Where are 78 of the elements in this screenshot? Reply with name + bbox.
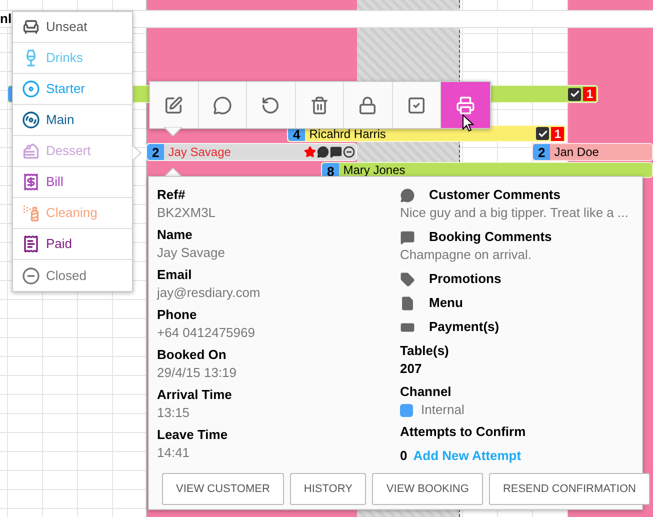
menu-item[interactable]: Paid xyxy=(13,229,132,260)
field-label: Table(s) xyxy=(400,342,450,360)
field-label: Channel xyxy=(400,383,452,401)
alert-badge: 1 xyxy=(583,87,596,101)
field-label: Arrival Time xyxy=(157,386,233,404)
action-button[interactable]: HISTORY xyxy=(290,473,366,505)
plate-icon xyxy=(22,80,40,98)
menu-item[interactable]: Bill xyxy=(13,167,132,198)
field-value: 13:15 xyxy=(157,404,191,422)
toolbar-button[interactable] xyxy=(150,82,198,128)
field-value: 207 xyxy=(400,360,423,378)
document-icon xyxy=(400,296,415,310)
alert-badge: 1 xyxy=(551,126,564,140)
covers-badge: 2 xyxy=(533,144,550,160)
undo-icon xyxy=(261,96,280,114)
armchair-icon xyxy=(22,18,40,36)
field-label: Phone xyxy=(157,306,198,324)
tag-icon xyxy=(400,272,415,286)
field-value: Champagne on arrival. xyxy=(400,246,533,264)
toolbar-button[interactable] xyxy=(247,82,296,128)
minus-circle-icon xyxy=(343,146,355,158)
field-label: Name xyxy=(157,226,194,244)
speech-bubble-icon xyxy=(330,146,342,158)
comment-icon xyxy=(317,146,329,158)
field-value: 29/4/15 13:19 xyxy=(157,364,238,382)
field-label: Promotions xyxy=(429,270,502,288)
attempt-count: 0 xyxy=(400,447,408,466)
booking-bar[interactable]: 2 Jan Doe xyxy=(532,143,653,161)
field-value: jay@resdiary.com xyxy=(157,284,262,302)
field-label: Payment(s) xyxy=(429,318,500,336)
speech-bubble-icon xyxy=(400,230,415,244)
edit-icon xyxy=(164,96,184,114)
minus-circle-icon xyxy=(22,266,40,284)
toolbar-button[interactable] xyxy=(392,82,441,128)
menu-item[interactable]: Main xyxy=(13,105,132,136)
field-label: Leave Time xyxy=(157,426,229,444)
header-text: nl xyxy=(0,10,12,28)
plate-icon xyxy=(22,111,40,129)
field-label: Attempts to Confirm xyxy=(400,423,527,441)
field-value: +64 0412475969 xyxy=(157,324,256,342)
field-value: Internal xyxy=(421,401,464,420)
field-label: Email xyxy=(157,266,193,284)
lock-icon xyxy=(358,96,378,114)
guest-name: Mary Jones xyxy=(343,162,406,179)
guest-name: Ricahrd Harris xyxy=(309,126,386,142)
toolbar-button[interactable] xyxy=(441,82,490,128)
guest-name: Jay Savage xyxy=(168,144,231,161)
action-button[interactable]: VIEW CUSTOMER xyxy=(162,473,284,505)
field-label: Menu xyxy=(429,294,463,312)
field-label: Booking Comments xyxy=(429,228,552,246)
comment-icon xyxy=(400,188,415,202)
receipt-icon xyxy=(22,173,40,191)
speech-bubble-icon xyxy=(212,96,232,114)
receipt-icon xyxy=(22,235,40,253)
toolbar-button[interactable] xyxy=(344,82,392,128)
action-button[interactable]: RESEND CONFIRMATION xyxy=(488,473,650,505)
star-icon xyxy=(304,146,316,158)
field-value: 14:41 xyxy=(157,444,191,462)
spray-bottle-icon xyxy=(22,204,40,222)
toolbar-button[interactable] xyxy=(296,82,344,128)
toolbar-button[interactable] xyxy=(198,82,247,128)
trash-icon xyxy=(310,96,329,114)
printer-icon xyxy=(456,96,475,114)
checkbox-icon xyxy=(406,96,426,114)
cake-icon xyxy=(22,142,40,160)
menu-item[interactable]: Closed xyxy=(13,260,132,291)
field-label: Booked On xyxy=(157,346,228,364)
field-label: Ref# xyxy=(157,186,186,204)
field-label: Customer Comments xyxy=(429,186,560,204)
covers-badge: 2 xyxy=(147,144,164,160)
booking-bar[interactable]: 2 Jay Savage xyxy=(146,143,357,161)
field-value: BK2XM3L xyxy=(157,204,217,222)
action-button[interactable]: VIEW BOOKING xyxy=(372,473,483,505)
menu-item[interactable]: Unseat xyxy=(13,12,132,43)
covers-badge: 8 xyxy=(322,163,340,177)
guest-name: Jan Doe xyxy=(554,144,599,161)
field-value: Nice guy and a big tipper. Treat like a ... xyxy=(400,204,630,222)
field-value: Jay Savage xyxy=(157,244,226,262)
